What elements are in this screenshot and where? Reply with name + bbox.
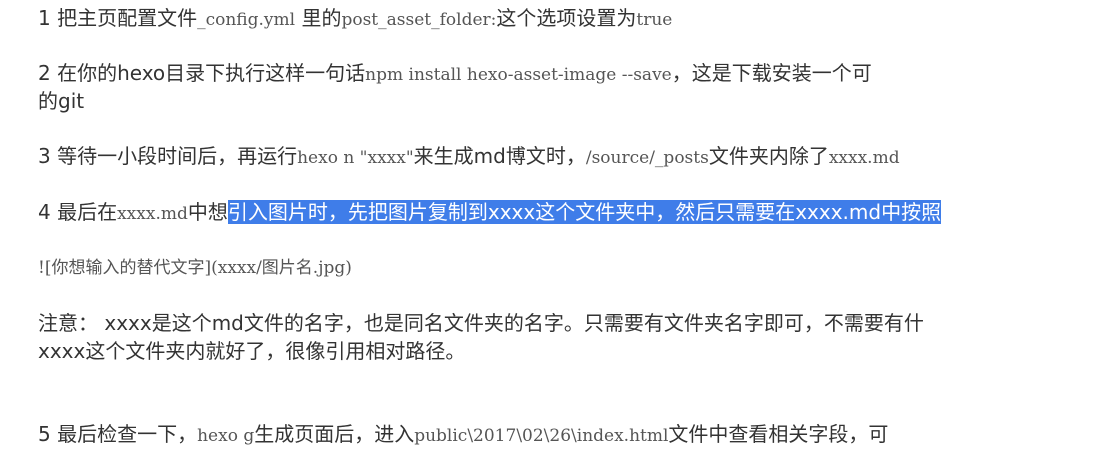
note-line-2: xxxx这个文件夹内就好了，很像引用相对路径。 [38, 339, 466, 363]
step-4-paragraph: 4 最后在xxxx.md中想引入图片时，先把图片复制到xxxx这个文件夹中，然后… [38, 198, 942, 228]
step-3-paragraph: 3 等待一小段时间后，再运行hexo n "xxxx"来生成md博文时，/sou… [38, 142, 900, 172]
step-3-text-b: 来生成md博文时， [413, 144, 586, 168]
hexo-new-code: hexo n "xxxx" [297, 148, 414, 168]
selected-text[interactable]: 引入图片时，先把图片复制到xxxx这个文件夹中，然后只需要在xxxx.md中按照 [227, 200, 942, 224]
article-body: 1 把主页配置文件_config.yml 里的post_asset_folder… [38, 0, 1115, 456]
step-5-text-b: 生成页面后，进入 [254, 422, 415, 446]
posts-path-code: /source/_posts [585, 148, 709, 168]
value-code: true [636, 10, 673, 30]
option-code: post_asset_folder: [341, 10, 497, 30]
step-2-paragraph: 2 在你的hexo目录下执行这样一句话npm install hexo-asse… [38, 59, 872, 89]
step-5-paragraph: 5 最后检查一下，hexo g生成页面后，进入public\2017\02\26… [38, 420, 888, 450]
index-path-code: public\2017\02\26\index.html [414, 426, 669, 446]
step-1-text-b: 里的 [295, 6, 342, 30]
config-file-code: _config.yml [197, 10, 296, 30]
hexo-generate-code: hexo g [197, 426, 255, 446]
step-2-text-b: ，这是下载安装一个可 [671, 61, 872, 85]
step-5-text: 5 最后检查一下， [38, 422, 198, 446]
step-5-text-c: 文件中查看相关字段，可 [668, 422, 889, 446]
md-file-code: xxxx.md [828, 148, 900, 168]
md-file-code-2: xxxx.md [117, 204, 188, 224]
step-2-continuation: 的git [38, 89, 85, 113]
step-4-text-b: 中想 [187, 200, 228, 224]
npm-command-code: npm install hexo-asset-image --save [365, 65, 672, 85]
step-4-text: 4 最后在 [38, 200, 118, 224]
step-2-text: 2 在你的hexo目录下执行这样一句话 [38, 61, 366, 85]
note-line-1: 注意： xxxx是这个md文件的名字，也是同名文件夹的名字。只需要有文件夹名字即… [38, 311, 924, 335]
step-3-text-c: 文件夹内除了 [708, 144, 829, 168]
step-1-text-c: 这个选项设置为 [496, 6, 637, 30]
step-1-text: 1 把主页配置文件 [38, 6, 198, 30]
image-markdown-code: ![你想输入的替代文字](xxxx/图片名.jpg) [38, 258, 352, 278]
step-3-text: 3 等待一小段时间后，再运行 [38, 144, 298, 168]
step-1-paragraph: 1 把主页配置文件_config.yml 里的post_asset_folder… [38, 4, 672, 34]
